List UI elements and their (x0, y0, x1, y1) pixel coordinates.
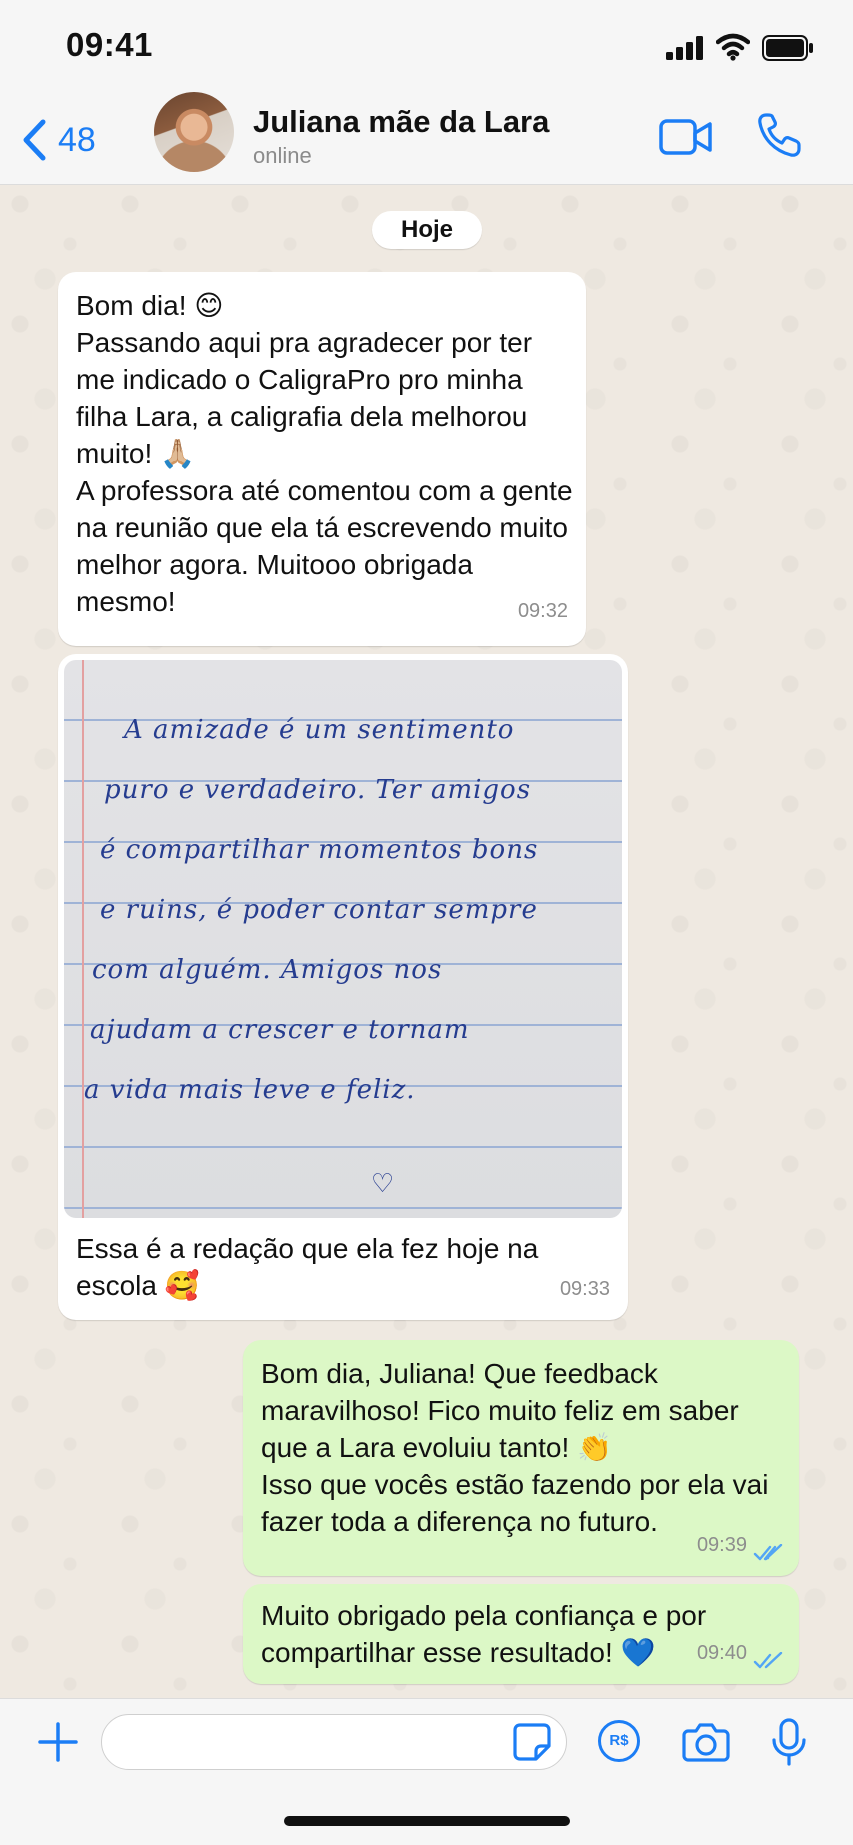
home-indicator (284, 1816, 570, 1826)
handwriting-line: A amizade é um sentimento (124, 715, 515, 745)
contact-avatar[interactable] (154, 92, 234, 172)
outgoing-message[interactable]: Bom dia, Juliana! Que feedback maravilho… (243, 1340, 799, 1576)
message-text: Bom dia, Juliana! Que feedback maravilho… (261, 1358, 769, 1537)
sticker-icon[interactable] (512, 1722, 552, 1762)
handwriting-line: é compartilhar momentos bons (100, 835, 539, 865)
heart-doodle: ♡ (370, 1169, 396, 1199)
read-receipt-icon (753, 1544, 783, 1561)
handwriting-line: a vida mais leve e feliz. (84, 1075, 416, 1105)
incoming-message[interactable]: Bom dia! 😊 Passando aqui pra agradecer p… (58, 272, 586, 646)
message-time: 09:40 (696, 1642, 747, 1664)
read-receipt-icon (753, 1652, 783, 1669)
message-text: Muito obrigado pela confiança e por comp… (261, 1600, 707, 1668)
chevron-left-icon (23, 119, 46, 161)
outgoing-message[interactable]: Muito obrigado pela confiança e por comp… (243, 1584, 799, 1684)
incoming-photo-message[interactable]: A amizade é um sentimento puro e verdade… (58, 654, 628, 1320)
pix-icon[interactable]: R$ (598, 1720, 640, 1762)
camera-icon[interactable] (682, 1722, 730, 1762)
message-time: 09:39 (696, 1534, 747, 1556)
battery-icon (762, 35, 813, 61)
message-text: Bom dia! 😊 Passando aqui pra agradecer p… (76, 290, 573, 617)
date-separator: Hoje (372, 211, 482, 249)
contact-name[interactable]: Juliana mãe da Lara (253, 104, 549, 140)
video-camera-icon[interactable] (659, 118, 713, 156)
handwriting-line: puro e verdadeiro. Ter amigos (104, 775, 532, 805)
signal-icon (666, 36, 703, 60)
message-time: 09:32 (517, 600, 568, 622)
unread-count: 48 (58, 120, 96, 159)
wifi-icon (716, 33, 750, 61)
status-time: 09:41 (66, 26, 153, 63)
contact-status: online (253, 143, 312, 168)
handwriting-line: com alguém. Amigos nos (92, 955, 443, 985)
message-time: 09:33 (559, 1278, 610, 1300)
handwriting-line: ajudam a crescer e tornam (90, 1015, 470, 1045)
message-text: Essa é a redação que ela fez hoje na esc… (76, 1233, 539, 1301)
plus-icon[interactable] (36, 1720, 80, 1764)
phone-icon[interactable] (757, 112, 801, 158)
microphone-icon[interactable] (771, 1718, 807, 1766)
back-button[interactable]: 48 (22, 114, 96, 166)
handwriting-photo[interactable]: A amizade é um sentimento puro e verdade… (64, 660, 622, 1218)
handwriting-line: e ruins, é poder contar sempre (100, 895, 538, 925)
message-input[interactable] (101, 1714, 567, 1770)
pix-label: R$ (609, 1732, 629, 1749)
